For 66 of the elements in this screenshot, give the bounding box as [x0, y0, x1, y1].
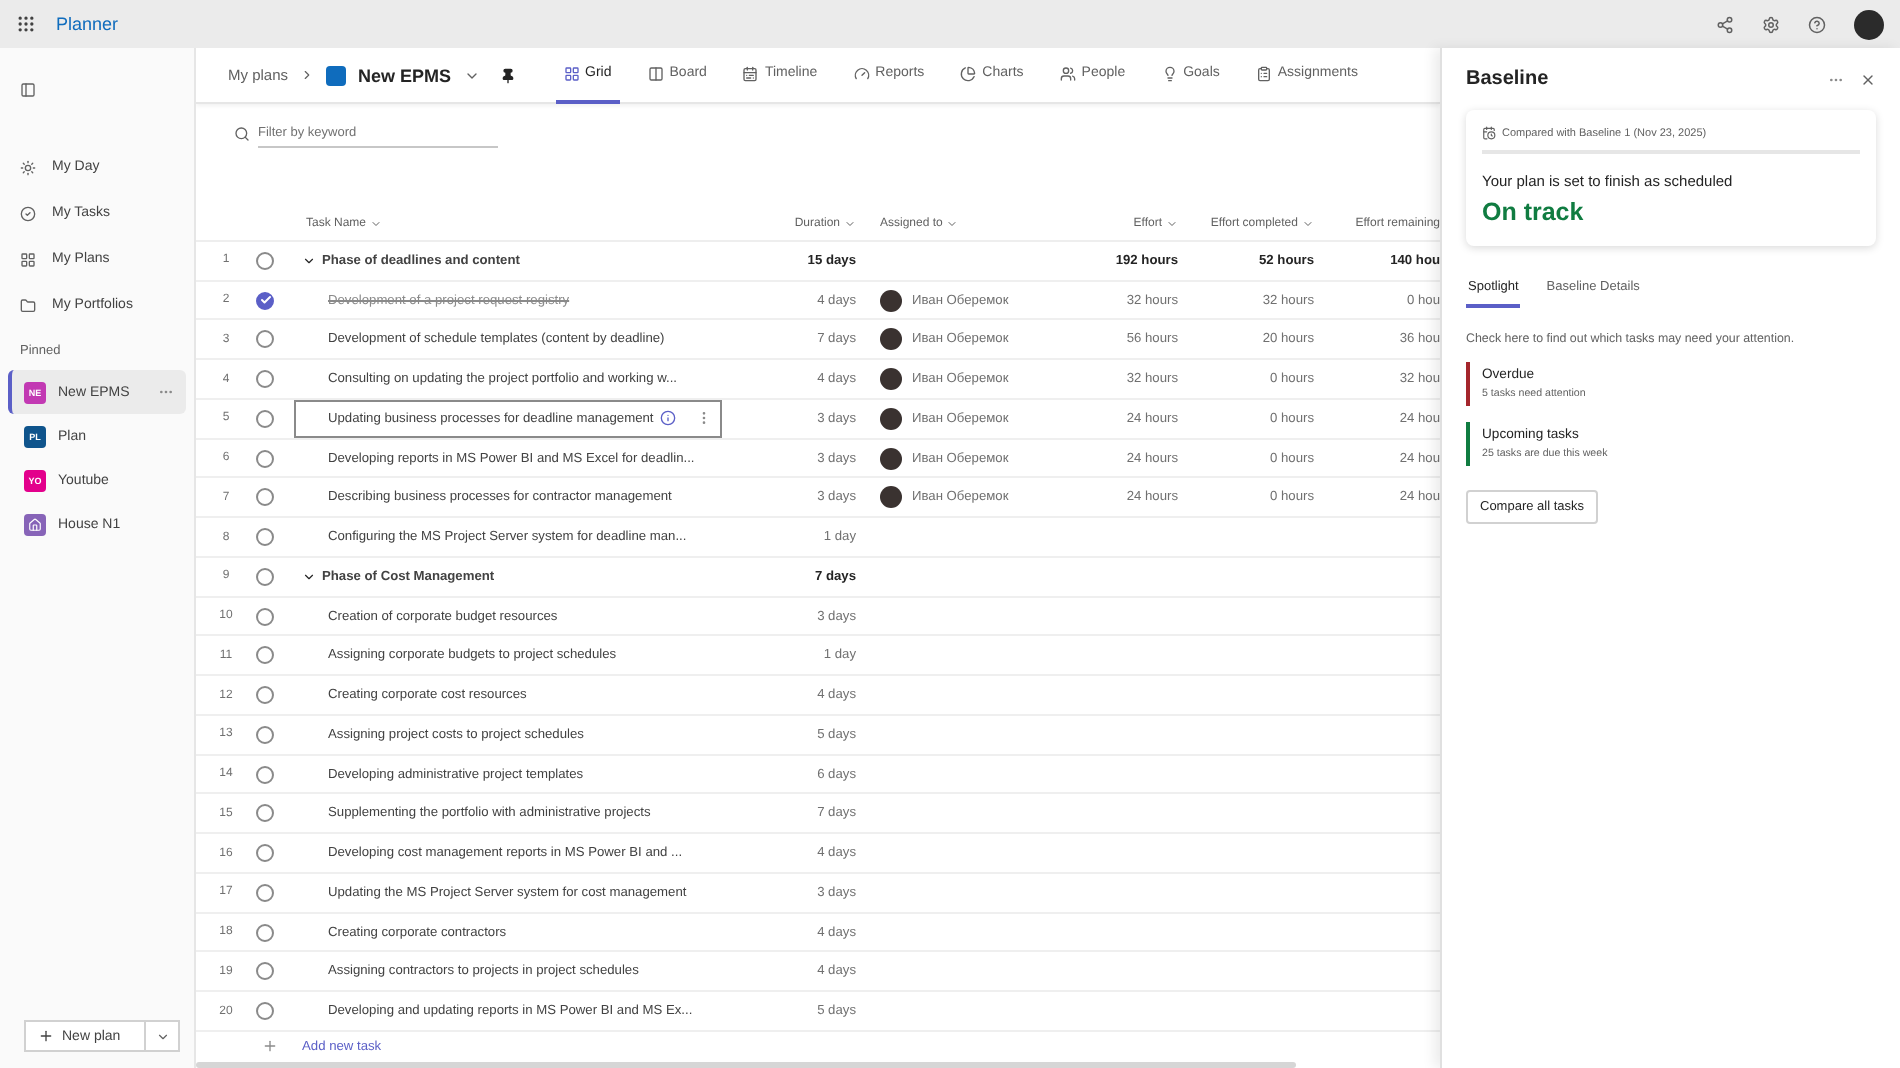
task-checkbox[interactable]	[256, 607, 274, 625]
task-checkbox[interactable]	[256, 765, 274, 783]
task-checkbox[interactable]	[256, 370, 274, 388]
task-checkbox[interactable]	[256, 646, 274, 665]
calendar-icon	[742, 65, 759, 81]
scrollbar[interactable]	[196, 1061, 1296, 1068]
board-icon	[647, 65, 664, 81]
task-checkbox[interactable]	[256, 251, 274, 270]
share-icon[interactable]	[1716, 15, 1734, 33]
nav-icon	[20, 159, 36, 175]
task-checkbox[interactable]	[256, 528, 274, 546]
close-icon[interactable]	[1860, 71, 1876, 87]
task-checkbox[interactable]	[256, 330, 274, 349]
task-checkbox[interactable]	[256, 488, 274, 507]
avatar	[880, 447, 902, 469]
search-icon	[234, 126, 250, 142]
baseline-icon	[1482, 126, 1496, 140]
task-checkbox[interactable]	[256, 449, 274, 467]
task-checkbox[interactable]	[256, 923, 274, 941]
info-icon[interactable]	[659, 410, 676, 427]
settings-icon[interactable]	[1762, 15, 1780, 33]
chevron-down-icon	[1302, 217, 1314, 230]
task-checkbox[interactable]	[256, 962, 274, 981]
plan-icon	[326, 65, 347, 85]
panel-title: Baseline	[1466, 68, 1549, 90]
chevron-down-icon	[1166, 217, 1178, 230]
avatar	[880, 407, 902, 430]
help-icon[interactable]	[1808, 15, 1826, 33]
app-title: Planner	[56, 14, 119, 34]
task-checkbox[interactable]	[256, 291, 274, 309]
collapse-icon[interactable]	[302, 253, 316, 268]
task-checkbox[interactable]	[256, 567, 274, 586]
chevron-down-icon	[370, 217, 383, 230]
task-checkbox[interactable]	[256, 725, 274, 744]
avatar	[880, 328, 902, 351]
nav-icon	[20, 251, 36, 267]
pin-icon[interactable]	[499, 67, 516, 83]
nav-icon	[20, 205, 36, 221]
chevron-down-icon	[155, 1029, 169, 1043]
chevron-down-icon	[844, 217, 856, 230]
add-icon[interactable]	[262, 1038, 278, 1055]
grid-icon	[563, 65, 580, 81]
people-icon	[1059, 65, 1076, 81]
avatar	[880, 289, 902, 311]
avatar	[880, 368, 902, 390]
avatar	[880, 486, 902, 509]
plan-name[interactable]: New EPMS	[358, 65, 452, 85]
task-checkbox[interactable]	[256, 1002, 274, 1020]
status-text: On track	[1482, 198, 1586, 226]
task-checkbox[interactable]	[256, 844, 274, 862]
task-checkbox[interactable]	[256, 686, 274, 704]
lightbulb-icon	[1161, 65, 1178, 81]
avatar[interactable]	[1854, 9, 1884, 39]
chevron-down-icon	[946, 217, 959, 230]
plus-icon	[38, 1028, 54, 1044]
chevron-icon	[300, 68, 315, 82]
nav-icon	[20, 297, 36, 313]
task-checkbox[interactable]	[256, 883, 274, 902]
collapse-icon[interactable]	[302, 569, 316, 584]
app-launcher-icon[interactable]	[16, 14, 36, 34]
gauge-icon	[853, 65, 870, 81]
clipboard-icon	[1255, 65, 1272, 81]
task-checkbox[interactable]	[256, 804, 274, 823]
sidebar-toggle-icon[interactable]	[20, 82, 36, 98]
task-checkbox[interactable]	[256, 409, 274, 428]
pie-chart-icon	[960, 65, 977, 81]
